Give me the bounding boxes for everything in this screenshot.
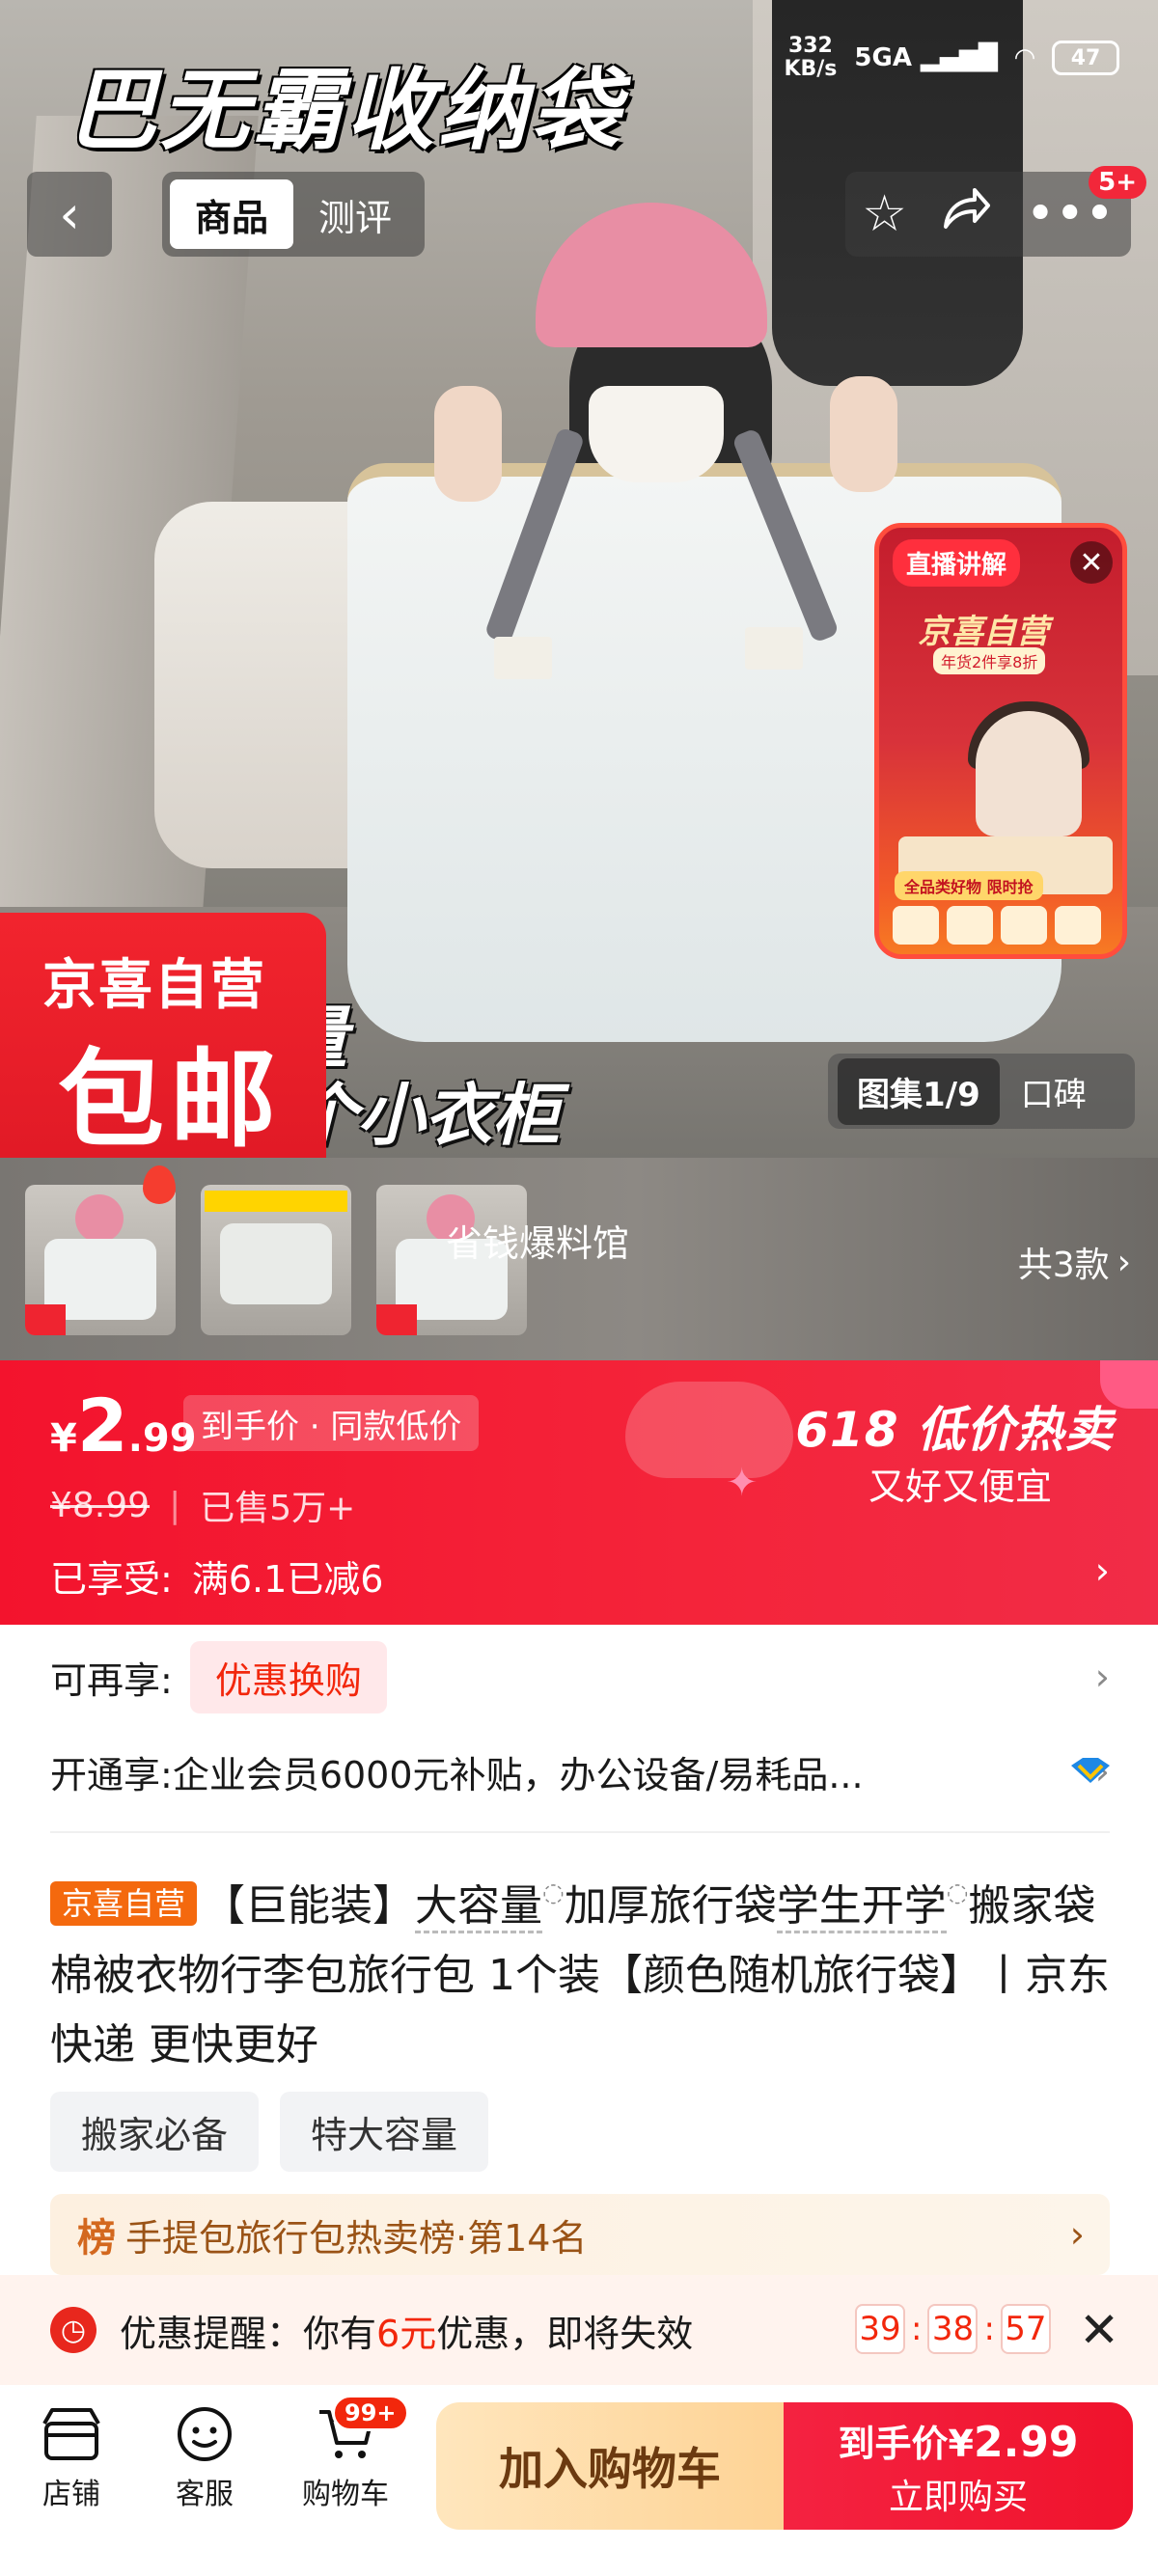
chevron-left-icon: ‹ [59,183,80,245]
extra-offer-row[interactable]: 可再享: 优惠换购 › [50,1640,1110,1713]
star-icon[interactable]: ☆ [862,185,907,243]
chevron-right-icon: › [1117,1242,1131,1282]
product-title: 京喜自营 【巨能装】大容量◌加厚旅行袋学生开学◌搬家袋棉被衣物行李包旅行包 1个装… [50,1878,1110,2069]
gallery-counter[interactable]: 图集1/9 [838,1057,1000,1125]
keyword-link[interactable]: 大容量 [415,1881,543,1933]
net-speed: 332 KB/s [784,34,838,81]
promo-subtitle: 又好又便宜 [868,1466,1052,1508]
gallery-switcher: 图集1/9 口碑 [828,1054,1135,1129]
hand-left [434,386,502,502]
close-icon[interactable]: ✕ [1070,541,1113,584]
feature-chips: 搬家必备 特大容量 [50,2092,489,2172]
search-icon: ◌ [542,1878,565,1907]
price-tag: 到手价 · 同款低价 [183,1395,480,1451]
variants-link[interactable]: 共3款 › [1018,1237,1131,1287]
promo-title: 618 低价热卖 [795,1402,1114,1458]
self-operated-tag: 京喜自营 [50,1881,198,1926]
close-icon[interactable]: ✕ [1079,2302,1119,2358]
bag-tab-right [745,627,803,670]
live-promo-line: 全品类好物 限时抢 [895,871,1043,900]
signal-icon: 5GA ▂▄▆█ [854,43,998,72]
deco-cloud [625,1382,793,1478]
buy-now-button[interactable]: 到手价¥2.99 立即购买 [784,2402,1133,2530]
clock-icon: ◷ [50,2307,96,2353]
anchor-face [976,711,1082,836]
wifi-icon: ◠ [1015,43,1034,72]
battery-icon: 47 [1052,41,1119,75]
shop-name[interactable]: 省钱爆料馆 [446,1214,629,1267]
bag-tab-left [494,637,552,679]
hot-flame-icon [143,1165,176,1204]
bottom-action-bar: 店铺 客服 购物车 99+ 加入购物车 到手价¥2.99 立即购买 [0,2385,1158,2576]
back-button[interactable]: ‹ [27,172,112,257]
membership-row[interactable]: 开通享: 企业会员6000元补贴，办公设备/易耗品... › [50,1737,1110,1806]
live-label: 直播讲解 [893,539,1021,587]
coupon-exchange[interactable]: 优惠换购 [189,1640,387,1713]
countdown-timer: 39 : 38 : 57 [855,2304,1051,2354]
more-badge: 5+ [1089,166,1146,199]
thumbnail-2[interactable] [201,1185,351,1335]
self-operated-badge: 京喜自营 包邮 [0,913,326,1162]
chevron-right-icon[interactable]: › [1095,1549,1110,1592]
tab-review[interactable]: 测评 [293,179,417,249]
sparkle-icon: ✦ [726,1461,758,1505]
live-subtitle: 年货2件享8折 [933,647,1046,674]
add-to-cart-button[interactable]: 加入购物车 [436,2402,784,2530]
ranking-icon: 榜 [77,2216,116,2261]
reviews-tab[interactable]: 口碑 [1021,1068,1087,1115]
pink-cap [536,203,767,347]
customer-service-button[interactable]: 客服 [147,2404,262,2512]
hero-headline: 巴无霸收纳袋 [68,59,624,162]
chevron-right-icon: › [1069,2213,1085,2256]
search-icon: ◌ [946,1878,969,1907]
status-bar: 332 KB/s 5GA ▂▄▆█ ◠ 47 [784,35,1119,81]
coupon-reminder[interactable]: ◷ 优惠提醒：你有 6元 优惠，即将失效 39 : 38 : 57 ✕ [0,2275,1158,2385]
discount-enjoyed[interactable]: 已享受: 满6.1已减6 [50,1549,383,1603]
final-price: ¥ 2 .99 [50,1383,197,1468]
hero-caption-2: 个小衣柜 [290,1076,560,1155]
chip[interactable]: 搬家必备 [50,2092,260,2172]
ranking-bar[interactable]: 榜 手提包旅行包热卖榜·第14名 › [50,2194,1110,2275]
share-icon[interactable] [940,184,992,245]
price-banner: ✦ ¥ 2 .99 到手价 · 同款低价 ¥8.99 | 已售5万+ 618 低… [0,1360,1158,1625]
live-stream-card[interactable]: 京喜自营 年货2件享8折 全品类好物 限时抢 直播讲解 ✕ [874,523,1127,959]
tab-product[interactable]: 商品 [170,179,293,249]
tab-switcher: 商品 测评 [162,172,425,257]
chevron-right-icon: › [1094,1656,1110,1698]
sold-count: 已售5万+ [200,1489,356,1528]
store-icon [40,2404,103,2464]
vip-diamond-icon [1071,1758,1110,1783]
keyword-link[interactable]: 学生开学 [776,1881,947,1933]
live-tiles [893,906,1101,945]
face-mask [589,386,724,482]
cart-count-badge: 99+ [332,2395,409,2431]
original-price-row: ¥8.99 | 已售5万+ [50,1480,355,1530]
original-price: ¥8.99 [50,1485,151,1525]
divider [50,1831,1110,1833]
store-button[interactable]: 店铺 [14,2404,129,2512]
chat-smile-icon [173,2404,236,2464]
thumbnail-1[interactable] [25,1185,176,1335]
hand-right [830,376,897,492]
chip[interactable]: 特大容量 [280,2092,489,2172]
live-title: 京喜自营 [918,613,1049,651]
